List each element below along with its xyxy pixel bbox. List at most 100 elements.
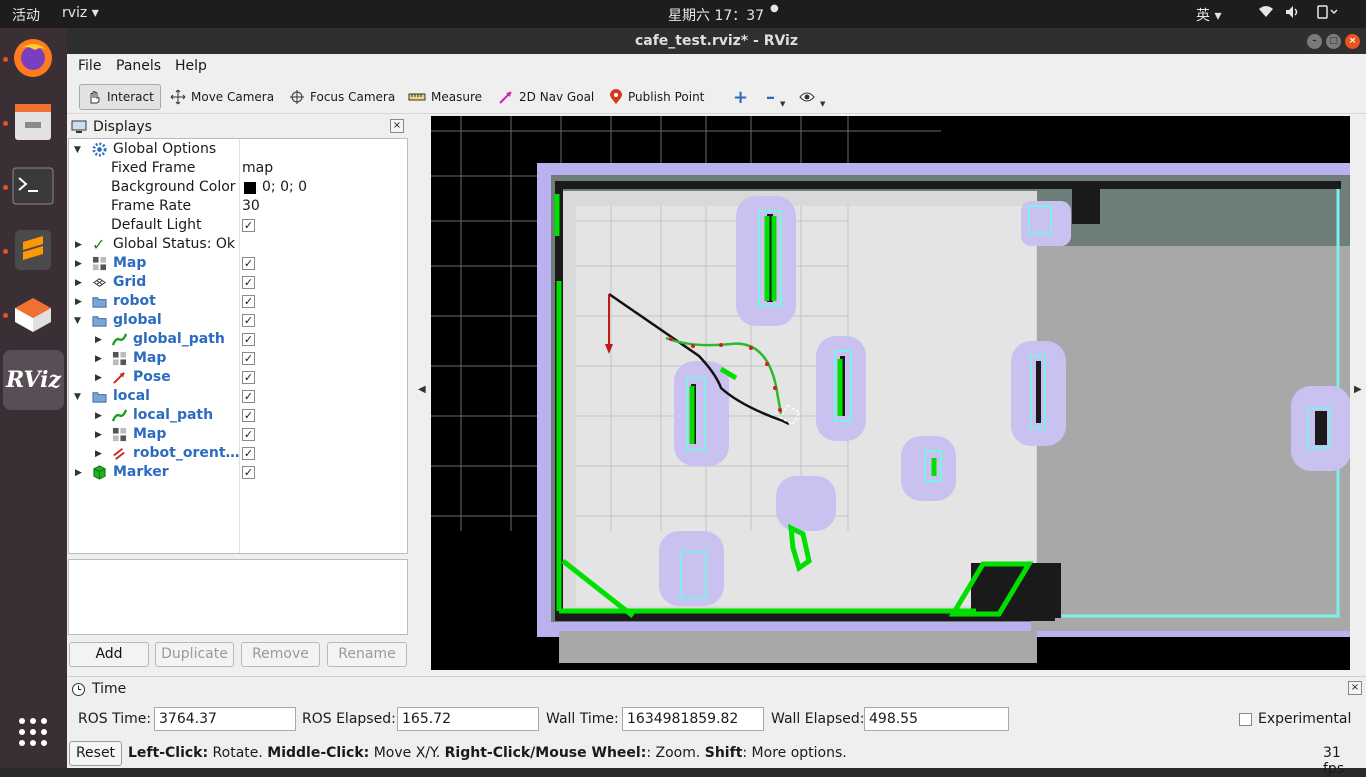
add-button[interactable]: Add bbox=[69, 642, 149, 667]
robot-checkbox[interactable]: ✓ bbox=[242, 295, 255, 308]
color-swatch[interactable] bbox=[244, 182, 256, 194]
close-button[interactable]: × bbox=[1345, 34, 1360, 49]
sublime-text-icon[interactable] bbox=[9, 226, 57, 274]
global-path-checkbox[interactable]: ✓ bbox=[242, 333, 255, 346]
frame-rate-row[interactable]: Frame Rate 30 bbox=[69, 197, 407, 216]
display-global-map-row[interactable]: ▶ Map ✓ bbox=[69, 349, 407, 369]
display-local-map-row[interactable]: ▶ Map ✓ bbox=[69, 425, 407, 445]
rename-button[interactable]: Rename bbox=[327, 642, 407, 667]
chevron-right-icon[interactable]: ▶ bbox=[75, 464, 82, 483]
firefox-icon[interactable] bbox=[9, 34, 57, 82]
fixed-frame-value[interactable]: map bbox=[242, 159, 273, 178]
displays-panel-header: Displays bbox=[71, 119, 152, 135]
terminal-icon[interactable] bbox=[9, 162, 57, 210]
robot-orient-label: robot_orent… bbox=[133, 445, 240, 461]
activities-button[interactable]: 活动 bbox=[12, 5, 40, 25]
ros-time-field[interactable]: 3764.37 bbox=[154, 707, 296, 731]
chevron-down-icon[interactable]: ▼ bbox=[74, 141, 81, 160]
show-applications-icon[interactable] bbox=[9, 708, 57, 756]
display-local-row[interactable]: ▼ local ✓ bbox=[69, 387, 407, 407]
reset-button[interactable]: Reset bbox=[69, 741, 122, 766]
chevron-right-icon[interactable]: ▶ bbox=[95, 445, 102, 464]
add-tool-button[interactable]: + bbox=[727, 84, 754, 110]
measure-tool[interactable]: Measure bbox=[402, 84, 488, 110]
map-checkbox[interactable]: ✓ bbox=[242, 257, 255, 270]
duplicate-button[interactable]: Duplicate bbox=[155, 642, 234, 667]
display-global-path-row[interactable]: ▶ global_path ✓ bbox=[69, 330, 407, 350]
global-options-row[interactable]: ▼ Global Options bbox=[69, 140, 407, 160]
display-global-row[interactable]: ▼ global ✓ bbox=[69, 311, 407, 331]
remove-tool-button[interactable]: – ▼ bbox=[760, 84, 791, 110]
3d-render-view[interactable] bbox=[431, 116, 1350, 670]
fixed-frame-row[interactable]: Fixed Frame map bbox=[69, 159, 407, 178]
chevron-right-icon[interactable]: ▶ bbox=[95, 426, 102, 445]
publish-point-tool[interactable]: Publish Point bbox=[603, 84, 710, 110]
input-method-indicator[interactable]: 英 ▾ bbox=[1196, 5, 1221, 25]
display-grid-row[interactable]: ▶ Grid ✓ bbox=[69, 273, 407, 293]
chevron-right-icon[interactable]: ▶ bbox=[95, 369, 102, 388]
local-checkbox[interactable]: ✓ bbox=[242, 390, 255, 403]
display-robot-row[interactable]: ▶ robot ✓ bbox=[69, 292, 407, 312]
ros-elapsed-field[interactable]: 165.72 bbox=[397, 707, 539, 731]
volume-icon[interactable] bbox=[1285, 5, 1301, 23]
software-installer-icon[interactable] bbox=[9, 290, 57, 338]
display-marker-row[interactable]: ▶ Marker ✓ bbox=[69, 463, 407, 483]
chevron-right-icon[interactable]: ▶ bbox=[95, 350, 102, 369]
chevron-down-icon[interactable]: ▼ bbox=[74, 388, 81, 407]
chevron-right-icon[interactable]: ▶ bbox=[95, 407, 102, 426]
maximize-button[interactable]: □ bbox=[1326, 34, 1341, 49]
default-light-checkbox[interactable]: ✓ bbox=[242, 219, 255, 232]
collapse-left-icon[interactable]: ◀ bbox=[418, 384, 426, 395]
nav-goal-tool[interactable]: 2D Nav Goal bbox=[492, 84, 600, 110]
system-menu-icon[interactable] bbox=[1316, 5, 1340, 23]
file-manager-icon[interactable] bbox=[9, 98, 57, 146]
move-camera-tool[interactable]: Move Camera bbox=[164, 84, 280, 110]
wifi-icon[interactable] bbox=[1258, 5, 1274, 23]
default-light-row[interactable]: Default Light ✓ bbox=[69, 216, 407, 235]
grid-checkbox[interactable]: ✓ bbox=[242, 276, 255, 289]
menu-file[interactable]: File bbox=[78, 58, 101, 74]
local-map-checkbox[interactable]: ✓ bbox=[242, 428, 255, 441]
chevron-right-icon[interactable]: ▶ bbox=[75, 236, 82, 255]
rviz-icon[interactable]: RViz bbox=[3, 350, 64, 410]
menu-panels[interactable]: Panels bbox=[116, 58, 161, 74]
pose-checkbox[interactable]: ✓ bbox=[242, 371, 255, 384]
background-color-value[interactable]: 0; 0; 0 bbox=[262, 178, 307, 197]
display-pose-row[interactable]: ▶ Pose ✓ bbox=[69, 368, 407, 388]
chevron-right-icon[interactable]: ▶ bbox=[75, 274, 82, 293]
hint-right-click: Right-Click/Mouse Wheel: bbox=[444, 745, 647, 761]
chevron-down-icon[interactable]: ▼ bbox=[74, 312, 81, 331]
interact-tool[interactable]: Interact bbox=[79, 84, 161, 110]
global-status-row[interactable]: ▶ ✓ Global Status: Ok bbox=[69, 235, 407, 255]
robot-orient-checkbox[interactable]: ✓ bbox=[242, 447, 255, 460]
frame-rate-value[interactable]: 30 bbox=[242, 197, 260, 216]
clock-icon bbox=[72, 682, 85, 696]
hint-rotate: Rotate. bbox=[208, 745, 268, 761]
background-color-row[interactable]: Background Color 0; 0; 0 bbox=[69, 178, 407, 197]
display-local-path-row[interactable]: ▶ local_path ✓ bbox=[69, 406, 407, 426]
time-close-button[interactable]: × bbox=[1348, 681, 1362, 695]
experimental-checkbox[interactable] bbox=[1239, 713, 1252, 726]
views-button[interactable]: ▼ bbox=[793, 84, 831, 110]
global-checkbox[interactable]: ✓ bbox=[242, 314, 255, 327]
app-menu[interactable]: rviz ▾ bbox=[62, 5, 99, 21]
chevron-right-icon[interactable]: ▶ bbox=[95, 331, 102, 350]
global-label: global bbox=[113, 312, 162, 328]
marker-checkbox[interactable]: ✓ bbox=[242, 466, 255, 479]
global-map-checkbox[interactable]: ✓ bbox=[242, 352, 255, 365]
wall-time-field[interactable]: 1634981859.82 bbox=[622, 707, 764, 731]
chevron-right-icon[interactable]: ▶ bbox=[75, 255, 82, 274]
map-pin-icon bbox=[610, 89, 622, 104]
display-map-row[interactable]: ▶ Map ✓ bbox=[69, 254, 407, 274]
minimize-button[interactable]: – bbox=[1307, 34, 1322, 49]
clock[interactable]: 星期六 17：37 bbox=[668, 5, 764, 25]
collapse-right-icon[interactable]: ▶ bbox=[1354, 384, 1362, 395]
menu-help[interactable]: Help bbox=[175, 58, 207, 74]
local-path-checkbox[interactable]: ✓ bbox=[242, 409, 255, 422]
remove-button[interactable]: Remove bbox=[241, 642, 320, 667]
wall-elapsed-field[interactable]: 498.55 bbox=[864, 707, 1009, 731]
focus-camera-tool[interactable]: Focus Camera bbox=[283, 84, 401, 110]
chevron-right-icon[interactable]: ▶ bbox=[75, 293, 82, 312]
displays-close-button[interactable]: × bbox=[390, 119, 404, 133]
display-robot-orient-row[interactable]: ▶ robot_orent… ✓ bbox=[69, 444, 407, 464]
